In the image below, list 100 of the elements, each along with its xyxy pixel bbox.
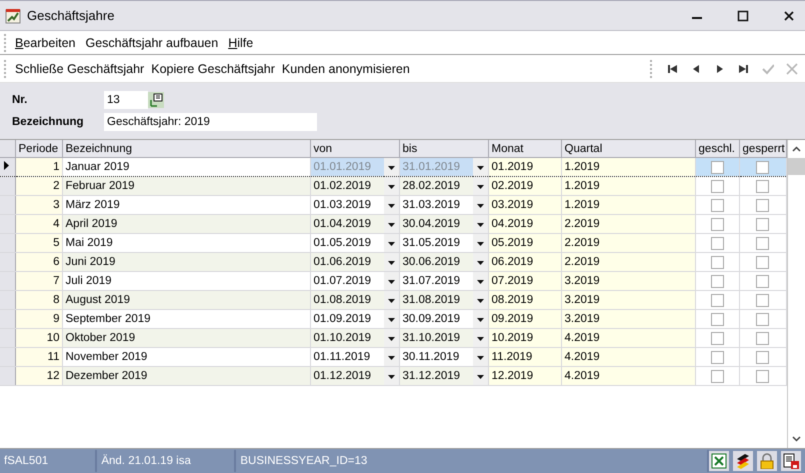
checkbox[interactable] <box>710 312 724 326</box>
name-field[interactable]: Geschäftsjahr: 2019 <box>104 113 317 131</box>
status-text: Änd. 21.01.19 isa <box>97 450 236 472</box>
checkbox[interactable] <box>710 350 724 364</box>
table-cell: 07.2019 <box>488 272 562 290</box>
table-cell: 6 <box>15 252 62 272</box>
checkbox[interactable] <box>756 218 770 230</box>
checkbox[interactable] <box>756 294 770 306</box>
column-header[interactable]: gesperrt <box>739 140 786 158</box>
document-save-icon[interactable] <box>781 451 801 471</box>
checkbox[interactable] <box>756 180 770 192</box>
column-header[interactable]: Quartal <box>561 140 696 158</box>
date-cell[interactable]: 01.05.2019 <box>310 234 384 252</box>
column-header[interactable]: Bezeichnung <box>62 140 310 158</box>
checkbox[interactable] <box>756 274 770 288</box>
checkbox[interactable] <box>756 236 770 250</box>
column-header[interactable]: Periode <box>15 140 62 158</box>
table-cell: November 2019 <box>62 348 310 366</box>
date-cell[interactable]: 01.11.2019 <box>310 348 384 366</box>
toolbar-button[interactable]: Schließe Geschäftsjahr <box>15 62 144 76</box>
calendar-icon <box>5 8 21 24</box>
checkbox[interactable] <box>710 236 724 250</box>
checkbox[interactable] <box>756 198 770 212</box>
date-cell[interactable]: 01.04.2019 <box>310 214 384 234</box>
date-cell[interactable]: 31.05.2019 <box>399 234 474 252</box>
date-cell[interactable]: 31.08.2019 <box>399 290 474 310</box>
checkbox[interactable] <box>710 218 724 230</box>
table-cell: 2.2019 <box>561 252 696 272</box>
scrollbar-thumb[interactable] <box>788 158 805 175</box>
date-cell[interactable]: 31.07.2019 <box>399 272 474 290</box>
date-cell[interactable]: 31.10.2019 <box>399 328 474 348</box>
checkbox[interactable] <box>710 180 724 192</box>
menu-item[interactable]: Geschäftsjahr aufbauen <box>85 36 218 50</box>
table-cell: 10 <box>15 328 62 348</box>
scroll-down-icon[interactable] <box>792 436 801 442</box>
table-cell: Februar 2019 <box>62 176 310 196</box>
date-cell[interactable]: 30.09.2019 <box>399 310 474 328</box>
date-cell[interactable]: 01.07.2019 <box>310 272 384 290</box>
date-cell[interactable]: 31.12.2019 <box>399 366 474 386</box>
date-cell[interactable]: 01.03.2019 <box>310 196 384 214</box>
checkbox[interactable] <box>756 256 770 268</box>
maximize-icon[interactable] <box>737 10 749 22</box>
number-field[interactable]: 13 <box>104 91 148 109</box>
lookup-icon[interactable] <box>148 92 164 108</box>
date-cell[interactable]: 01.08.2019 <box>310 290 384 310</box>
table-cell: 8 <box>15 290 62 310</box>
table-cell: April 2019 <box>62 214 310 234</box>
checkbox[interactable] <box>710 294 724 306</box>
table-cell: 1 <box>15 158 62 176</box>
checkbox[interactable] <box>710 274 724 288</box>
date-cell[interactable]: 31.03.2019 <box>399 196 474 214</box>
checkbox[interactable] <box>756 370 770 382</box>
checkbox[interactable] <box>756 332 770 344</box>
table-cell: 2.2019 <box>561 234 696 252</box>
checkbox[interactable] <box>756 350 770 364</box>
table-cell: 11 <box>15 348 62 366</box>
date-cell[interactable]: 01.12.2019 <box>310 366 384 386</box>
checkbox[interactable] <box>710 198 724 212</box>
current-row-icon <box>4 161 9 170</box>
date-cell[interactable]: 28.02.2019 <box>399 176 474 196</box>
scroll-up-icon[interactable] <box>792 146 801 152</box>
flag-icon[interactable] <box>733 451 753 471</box>
column-header[interactable]: von <box>310 140 400 158</box>
menu-item[interactable]: Hilfe <box>228 36 254 50</box>
column-header[interactable]: bis <box>399 140 488 158</box>
row-header[interactable] <box>0 158 15 176</box>
first-record-icon[interactable] <box>666 62 678 74</box>
table-cell: 12.2019 <box>488 366 562 386</box>
date-cell[interactable]: 01.02.2019 <box>310 176 384 196</box>
table-cell: 2.2019 <box>561 214 696 234</box>
checkbox[interactable] <box>710 160 724 174</box>
table-cell: September 2019 <box>62 310 310 328</box>
table-cell: 06.2019 <box>488 252 562 272</box>
spreadsheet-icon[interactable] <box>709 451 729 471</box>
table-cell: Dezember 2019 <box>62 366 310 386</box>
table-cell: 08.2019 <box>488 290 562 310</box>
table-cell: 02.2019 <box>488 176 562 196</box>
checkbox[interactable] <box>710 256 724 268</box>
table-cell: 1.2019 <box>561 158 696 176</box>
column-header[interactable]: Monat <box>488 140 562 158</box>
date-cell[interactable]: 30.06.2019 <box>399 252 474 272</box>
last-record-icon[interactable] <box>738 62 750 74</box>
status-text: fSAL501 <box>0 450 98 472</box>
menu-item[interactable]: Bearbeiten <box>15 36 76 50</box>
checkbox[interactable] <box>710 332 724 344</box>
checkbox[interactable] <box>710 370 724 382</box>
date-cell[interactable]: 01.10.2019 <box>310 328 384 348</box>
table-cell: 05.2019 <box>488 234 562 252</box>
close-icon[interactable] <box>783 10 795 22</box>
toolbar-button[interactable]: Kunden anonymisieren <box>282 62 410 76</box>
table-cell: 4.2019 <box>561 328 696 348</box>
date-cell[interactable]: 30.11.2019 <box>399 348 474 366</box>
checkbox[interactable] <box>756 160 770 174</box>
table-cell: Mai 2019 <box>62 234 310 252</box>
date-cell[interactable]: 01.09.2019 <box>310 310 384 328</box>
toolbar-button[interactable]: Kopiere Geschäftsjahr <box>151 62 275 76</box>
column-header[interactable]: geschl. <box>695 140 740 158</box>
date-cell[interactable]: 01.06.2019 <box>310 252 384 272</box>
date-cell[interactable]: 30.04.2019 <box>399 214 474 234</box>
checkbox[interactable] <box>756 312 770 326</box>
